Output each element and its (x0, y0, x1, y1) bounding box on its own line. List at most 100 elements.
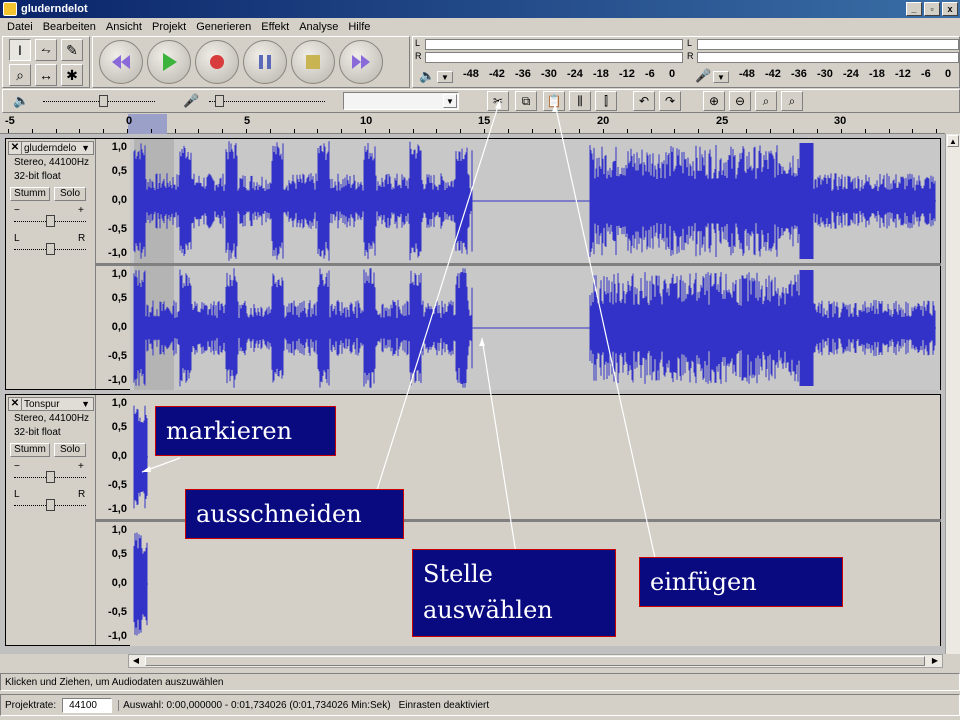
multi-tool-icon[interactable]: ✱ (61, 64, 83, 86)
horizontal-scrollbar[interactable]: ◀ ▶ (128, 654, 943, 668)
record-meter-r-bar (697, 52, 959, 63)
fit-selection-button[interactable]: ⌕ (755, 91, 777, 111)
envelope-tool-icon[interactable]: ⥊ (35, 39, 57, 61)
zoom-in-button[interactable]: ⊕ (703, 91, 725, 111)
record-button[interactable] (195, 40, 239, 84)
pan-slider[interactable] (14, 497, 86, 513)
menu-effekt[interactable]: Effekt (256, 21, 294, 33)
track-name[interactable]: Tonspur (22, 399, 81, 410)
scroll-right-icon[interactable]: ▶ (928, 655, 942, 667)
copy-button[interactable]: ⧉ (515, 91, 537, 111)
scale-label: 0,0 (111, 577, 127, 589)
scroll-thumb[interactable] (145, 656, 925, 666)
scale-label: -0,5 (108, 223, 127, 235)
scale-tick: -42 (489, 68, 505, 80)
ruler-tick (293, 129, 295, 133)
scale-tick: 0 (669, 68, 676, 80)
callout-einfuegen: einfügen (639, 557, 843, 607)
draw-tool-icon[interactable]: ✎ (61, 39, 83, 61)
ruler-tick (555, 129, 557, 133)
speaker-icon: 🔈 (419, 68, 436, 83)
close-track-icon[interactable]: ✕ (9, 142, 22, 154)
callout-line: auswählen (423, 596, 553, 624)
input-volume-slider[interactable] (209, 93, 325, 109)
solo-button[interactable]: Solo (54, 187, 86, 201)
skip-start-icon (112, 55, 130, 69)
menu-hilfe[interactable]: Hilfe (343, 21, 375, 33)
vertical-scrollbar[interactable]: ▲ (945, 134, 960, 654)
close-button[interactable]: x (942, 2, 958, 16)
maximize-button[interactable]: ▫ (924, 2, 940, 16)
silence-button[interactable]: ⫿ (595, 91, 617, 111)
amplitude-scale-left: 1,0 0,5 0,0 -0,5 -1,0 (96, 139, 130, 263)
scale-label: 1,0 (111, 524, 127, 536)
ruler-tick (841, 129, 842, 133)
input-source-select[interactable]: ▼ (343, 92, 459, 110)
record-meter-dropdown[interactable]: ▼ (713, 71, 729, 83)
scale-label: -0,5 (108, 479, 127, 491)
stop-icon (306, 55, 320, 69)
play-button[interactable] (147, 40, 191, 84)
scale-label: 1,0 (111, 397, 127, 409)
track-name[interactable]: gluderndelo (22, 143, 81, 154)
zoom-out-button[interactable]: ⊖ (729, 91, 751, 111)
timeline-ruler[interactable]: -5 0 5 10 15 20 25 30 (0, 114, 945, 134)
mute-button[interactable]: Stumm (10, 443, 50, 457)
output-volume-slider[interactable] (43, 93, 155, 109)
redo-button[interactable]: ↷ (659, 91, 681, 111)
trim-button[interactable]: ⫼ (569, 91, 591, 111)
timeshift-tool-icon[interactable]: ↔ (35, 64, 57, 86)
paste-button[interactable]: 📋 (543, 91, 565, 111)
track-header[interactable]: ✕ Tonspur ▼ (8, 397, 94, 411)
track-menu-icon[interactable]: ▼ (81, 399, 93, 409)
undo-button[interactable]: ↶ (633, 91, 655, 111)
track-header[interactable]: ✕ gluderndelo ▼ (8, 141, 94, 155)
ruler-label: 30 (834, 115, 847, 127)
playback-meter-l-bar (425, 39, 683, 50)
solo-button[interactable]: Solo (54, 443, 86, 457)
scroll-up-icon[interactable]: ▲ (947, 135, 959, 147)
callout-line: Stelle (423, 560, 493, 588)
status-info-bar: Projektrate: 44100 Auswahl: 0:00,000000 … (0, 694, 960, 716)
zoom-tool-icon[interactable]: ⌕ (9, 64, 31, 86)
track-gluderndelo: ✕ gluderndelo ▼ Stereo, 44100Hz 32-bit f… (5, 138, 941, 390)
project-rate-field[interactable]: 44100 (62, 697, 113, 713)
cut-button[interactable]: ✂ (487, 91, 509, 111)
playback-meter-dropdown[interactable]: ▼ (437, 71, 453, 83)
minimize-button[interactable]: _ (906, 2, 922, 16)
pan-slider[interactable] (14, 241, 86, 257)
selection-status: Auswahl: 0:00,000000 - 0:01,734026 (0:01… (118, 699, 391, 711)
mute-button[interactable]: Stumm (10, 187, 50, 201)
gain-slider[interactable] (14, 213, 86, 229)
scale-tick: -30 (817, 68, 833, 80)
menu-projekt[interactable]: Projekt (147, 21, 191, 33)
ruler-tick (817, 129, 819, 133)
menu-bar: Datei Bearbeiten Ansicht Projekt Generie… (0, 18, 960, 36)
gain-slider[interactable] (14, 469, 86, 485)
ruler-tick (365, 129, 366, 133)
fit-project-button[interactable]: ⌕ (781, 91, 803, 111)
scale-tick: -48 (739, 68, 755, 80)
menu-analyse[interactable]: Analyse (294, 21, 343, 33)
pause-button[interactable] (243, 40, 287, 84)
menu-datei[interactable]: Datei (2, 21, 38, 33)
skip-end-button[interactable] (339, 40, 383, 84)
ruler-tick (864, 129, 866, 133)
menu-ansicht[interactable]: Ansicht (101, 21, 147, 33)
scale-label: -0,5 (108, 606, 127, 618)
menu-bearbeiten[interactable]: Bearbeiten (38, 21, 101, 33)
track-menu-icon[interactable]: ▼ (81, 143, 93, 153)
selection-tool-icon[interactable]: I (9, 39, 31, 61)
close-track-icon[interactable]: ✕ (9, 398, 22, 410)
skip-start-button[interactable] (99, 40, 143, 84)
waveform-channel-left[interactable] (130, 139, 940, 263)
menu-generieren[interactable]: Generieren (191, 21, 256, 33)
scroll-left-icon[interactable]: ◀ (129, 655, 143, 667)
zoom-out-icon: ⊖ (734, 94, 746, 108)
mixer-edit-toolbar: 🔈 🎤 ▼ ✂ ⧉ 📋 ⫼ ⫿ ↶ ↷ ⊕ ⊖ ⌕ ⌕ (2, 89, 960, 113)
stop-button[interactable] (291, 40, 335, 84)
callout-ausschneiden: ausschneiden (185, 489, 404, 539)
scale-label: -1,0 (108, 503, 127, 515)
record-icon (210, 55, 224, 69)
waveform-channel-right[interactable] (130, 266, 940, 390)
